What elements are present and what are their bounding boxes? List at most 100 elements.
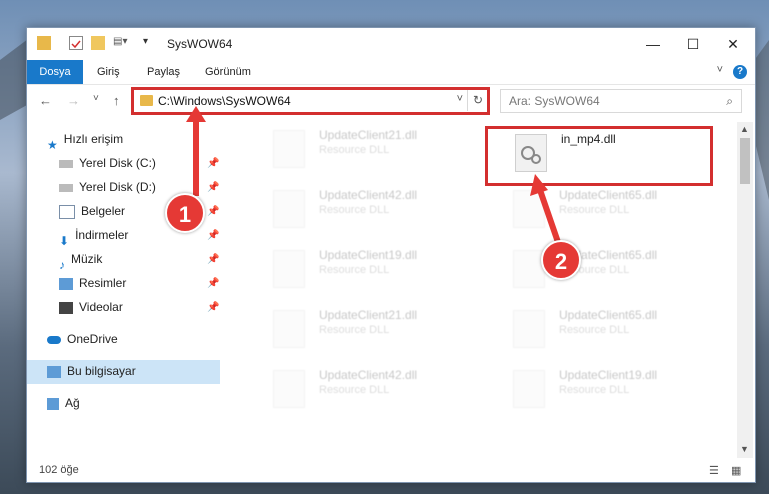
large-icons-view-icon[interactable]: ▦ <box>731 464 741 477</box>
file-highlight <box>485 126 713 186</box>
minimize-button[interactable]: — <box>633 28 673 60</box>
sidebar-item-label: Videolar <box>79 300 123 314</box>
sidebar-item-documents[interactable]: Belgeler <box>59 200 125 222</box>
sidebar-item-disk-c[interactable]: Yerel Disk (C:) <box>59 152 156 174</box>
sidebar-item-onedrive[interactable]: OneDrive <box>47 328 118 350</box>
sidebar-item-downloads[interactable]: ⬇ İndirmeler <box>59 224 129 248</box>
scroll-thumb[interactable] <box>740 138 750 184</box>
sidebar-item-label: OneDrive <box>67 332 118 346</box>
sidebar-item-label: Yerel Disk (D:) <box>79 180 156 194</box>
scroll-up-icon[interactable]: ▲ <box>740 124 749 134</box>
dll-file-icon <box>513 370 545 408</box>
sidebar-item-network[interactable]: Ağ <box>47 392 80 414</box>
forward-button[interactable]: → <box>67 93 80 108</box>
dll-file-icon <box>273 190 305 228</box>
drive-icon <box>59 159 73 168</box>
address-highlight <box>131 87 490 115</box>
pin-icon[interactable]: 📌 <box>207 254 219 265</box>
dll-file-icon <box>273 370 305 408</box>
cloud-icon <box>47 335 61 344</box>
pin-icon[interactable]: 📌 <box>207 230 219 241</box>
window-title: SysWOW64 <box>167 37 233 51</box>
tab-file[interactable]: Dosya <box>27 60 83 84</box>
drive-icon <box>59 183 73 192</box>
file-type: Resource DLL <box>319 264 390 276</box>
sidebar-item-pictures[interactable]: Resimler <box>59 272 126 294</box>
list-item[interactable]: UpdateClient21.dll Resource DLL <box>273 126 473 176</box>
list-item[interactable]: UpdateClient19.dll Resource DLL <box>273 246 473 296</box>
step-1-badge: 1 <box>165 193 205 233</box>
properties-icon[interactable] <box>69 36 83 50</box>
status-bar: 102 öğe ☰ ▦ <box>27 461 755 481</box>
list-item[interactable]: UpdateClient19.dll Resource DLL <box>513 366 713 416</box>
music-icon: ♪ <box>59 257 65 272</box>
navigation-pane: ★ Hızlı erişim Yerel Disk (C:) 📌 Yerel Di… <box>27 122 223 462</box>
list-item[interactable]: UpdateClient65.dll Resource DLL <box>513 186 713 236</box>
new-folder-icon[interactable] <box>91 36 105 50</box>
pin-icon[interactable]: 📌 <box>207 278 219 289</box>
title-bar: ▤▾ ▾ SysWOW64 — ☐ ✕ <box>27 28 755 60</box>
file-type: Resource DLL <box>319 204 390 216</box>
expand-ribbon-icon[interactable]: ˅ <box>717 64 723 76</box>
sidebar-item-quick-access[interactable]: ★ Hızlı erişim <box>47 128 123 152</box>
toolbar-dropdown-icon[interactable]: ▾ <box>143 36 157 50</box>
pin-icon[interactable]: 📌 <box>207 182 219 193</box>
file-name: UpdateClient19.dll <box>559 368 658 382</box>
scroll-down-icon[interactable]: ▼ <box>740 444 749 454</box>
documents-icon <box>59 204 75 219</box>
help-icon[interactable]: ? <box>733 65 747 79</box>
sidebar-item-videos[interactable]: Videolar <box>59 296 123 318</box>
file-type: Resource DLL <box>559 324 630 336</box>
customize-toolbar-icon[interactable]: ▤▾ <box>113 36 127 50</box>
sidebar-item-this-pc[interactable]: Bu bilgisayar <box>47 360 136 382</box>
list-item[interactable]: UpdateClient65.dll Resource DLL <box>513 306 713 356</box>
file-type: Resource DLL <box>319 324 390 336</box>
ribbon-tabs: Dosya Giriş Paylaş Görünüm ˅ ? <box>27 60 755 85</box>
tab-home[interactable]: Giriş <box>87 60 130 84</box>
file-name: UpdateClient21.dll <box>319 308 418 322</box>
list-item[interactable]: UpdateClient21.dll Resource DLL <box>273 306 473 356</box>
tab-view[interactable]: Görünüm <box>195 60 261 84</box>
recent-locations-button[interactable]: ˅ <box>93 93 99 104</box>
search-placeholder: Ara: SysWOW64 <box>509 94 600 108</box>
pin-icon[interactable]: 📌 <box>207 302 219 313</box>
file-name: UpdateClient21.dll <box>319 128 418 142</box>
file-name: UpdateClient42.dll <box>319 368 418 382</box>
details-view-icon[interactable]: ☰ <box>709 464 719 477</box>
pin-icon[interactable]: 📌 <box>207 206 219 217</box>
tab-share[interactable]: Paylaş <box>137 60 190 84</box>
network-icon <box>47 397 59 410</box>
sidebar-item-music[interactable]: ♪ Müzik <box>59 248 102 272</box>
list-item[interactable]: UpdateClient42.dll Resource DLL <box>273 186 473 236</box>
downloads-icon: ⬇ <box>59 233 70 248</box>
maximize-button[interactable]: ☐ <box>673 28 713 60</box>
up-button[interactable]: ↑ <box>113 93 120 108</box>
sidebar-item-label: Ağ <box>65 396 80 410</box>
dll-file-icon <box>273 250 305 288</box>
close-button[interactable]: ✕ <box>713 28 753 60</box>
file-type: Resource DLL <box>319 144 390 156</box>
dll-file-icon <box>513 250 545 288</box>
file-name: UpdateClient42.dll <box>319 188 418 202</box>
search-icon[interactable]: ⌕ <box>726 94 733 109</box>
dll-file-icon <box>273 130 305 168</box>
step-2-badge: 2 <box>541 240 581 280</box>
computer-icon <box>47 365 61 378</box>
file-name: UpdateClient65.dll <box>559 188 658 202</box>
dll-file-icon <box>513 190 545 228</box>
sidebar-item-disk-d[interactable]: Yerel Disk (D:) <box>59 176 156 198</box>
file-type: Resource DLL <box>319 384 390 396</box>
file-name: UpdateClient65.dll <box>559 308 658 322</box>
vertical-scrollbar[interactable]: ▲ ▼ <box>737 122 753 458</box>
pin-icon[interactable]: 📌 <box>207 158 219 169</box>
sidebar-item-label: İndirmeler <box>75 228 129 242</box>
list-item[interactable]: UpdateClient42.dll Resource DLL <box>273 366 473 416</box>
star-icon: ★ <box>47 137 58 152</box>
search-input[interactable]: Ara: SysWOW64 ⌕ <box>500 89 742 113</box>
sidebar-item-label: Yerel Disk (C:) <box>79 156 156 170</box>
file-type: Resource DLL <box>559 204 630 216</box>
sidebar-item-label: Belgeler <box>81 204 126 218</box>
sidebar-item-label: Resimler <box>79 276 127 290</box>
back-button[interactable]: ← <box>39 93 52 108</box>
explorer-window: ▤▾ ▾ SysWOW64 — ☐ ✕ Dosya Giriş Paylaş G… <box>26 27 756 483</box>
